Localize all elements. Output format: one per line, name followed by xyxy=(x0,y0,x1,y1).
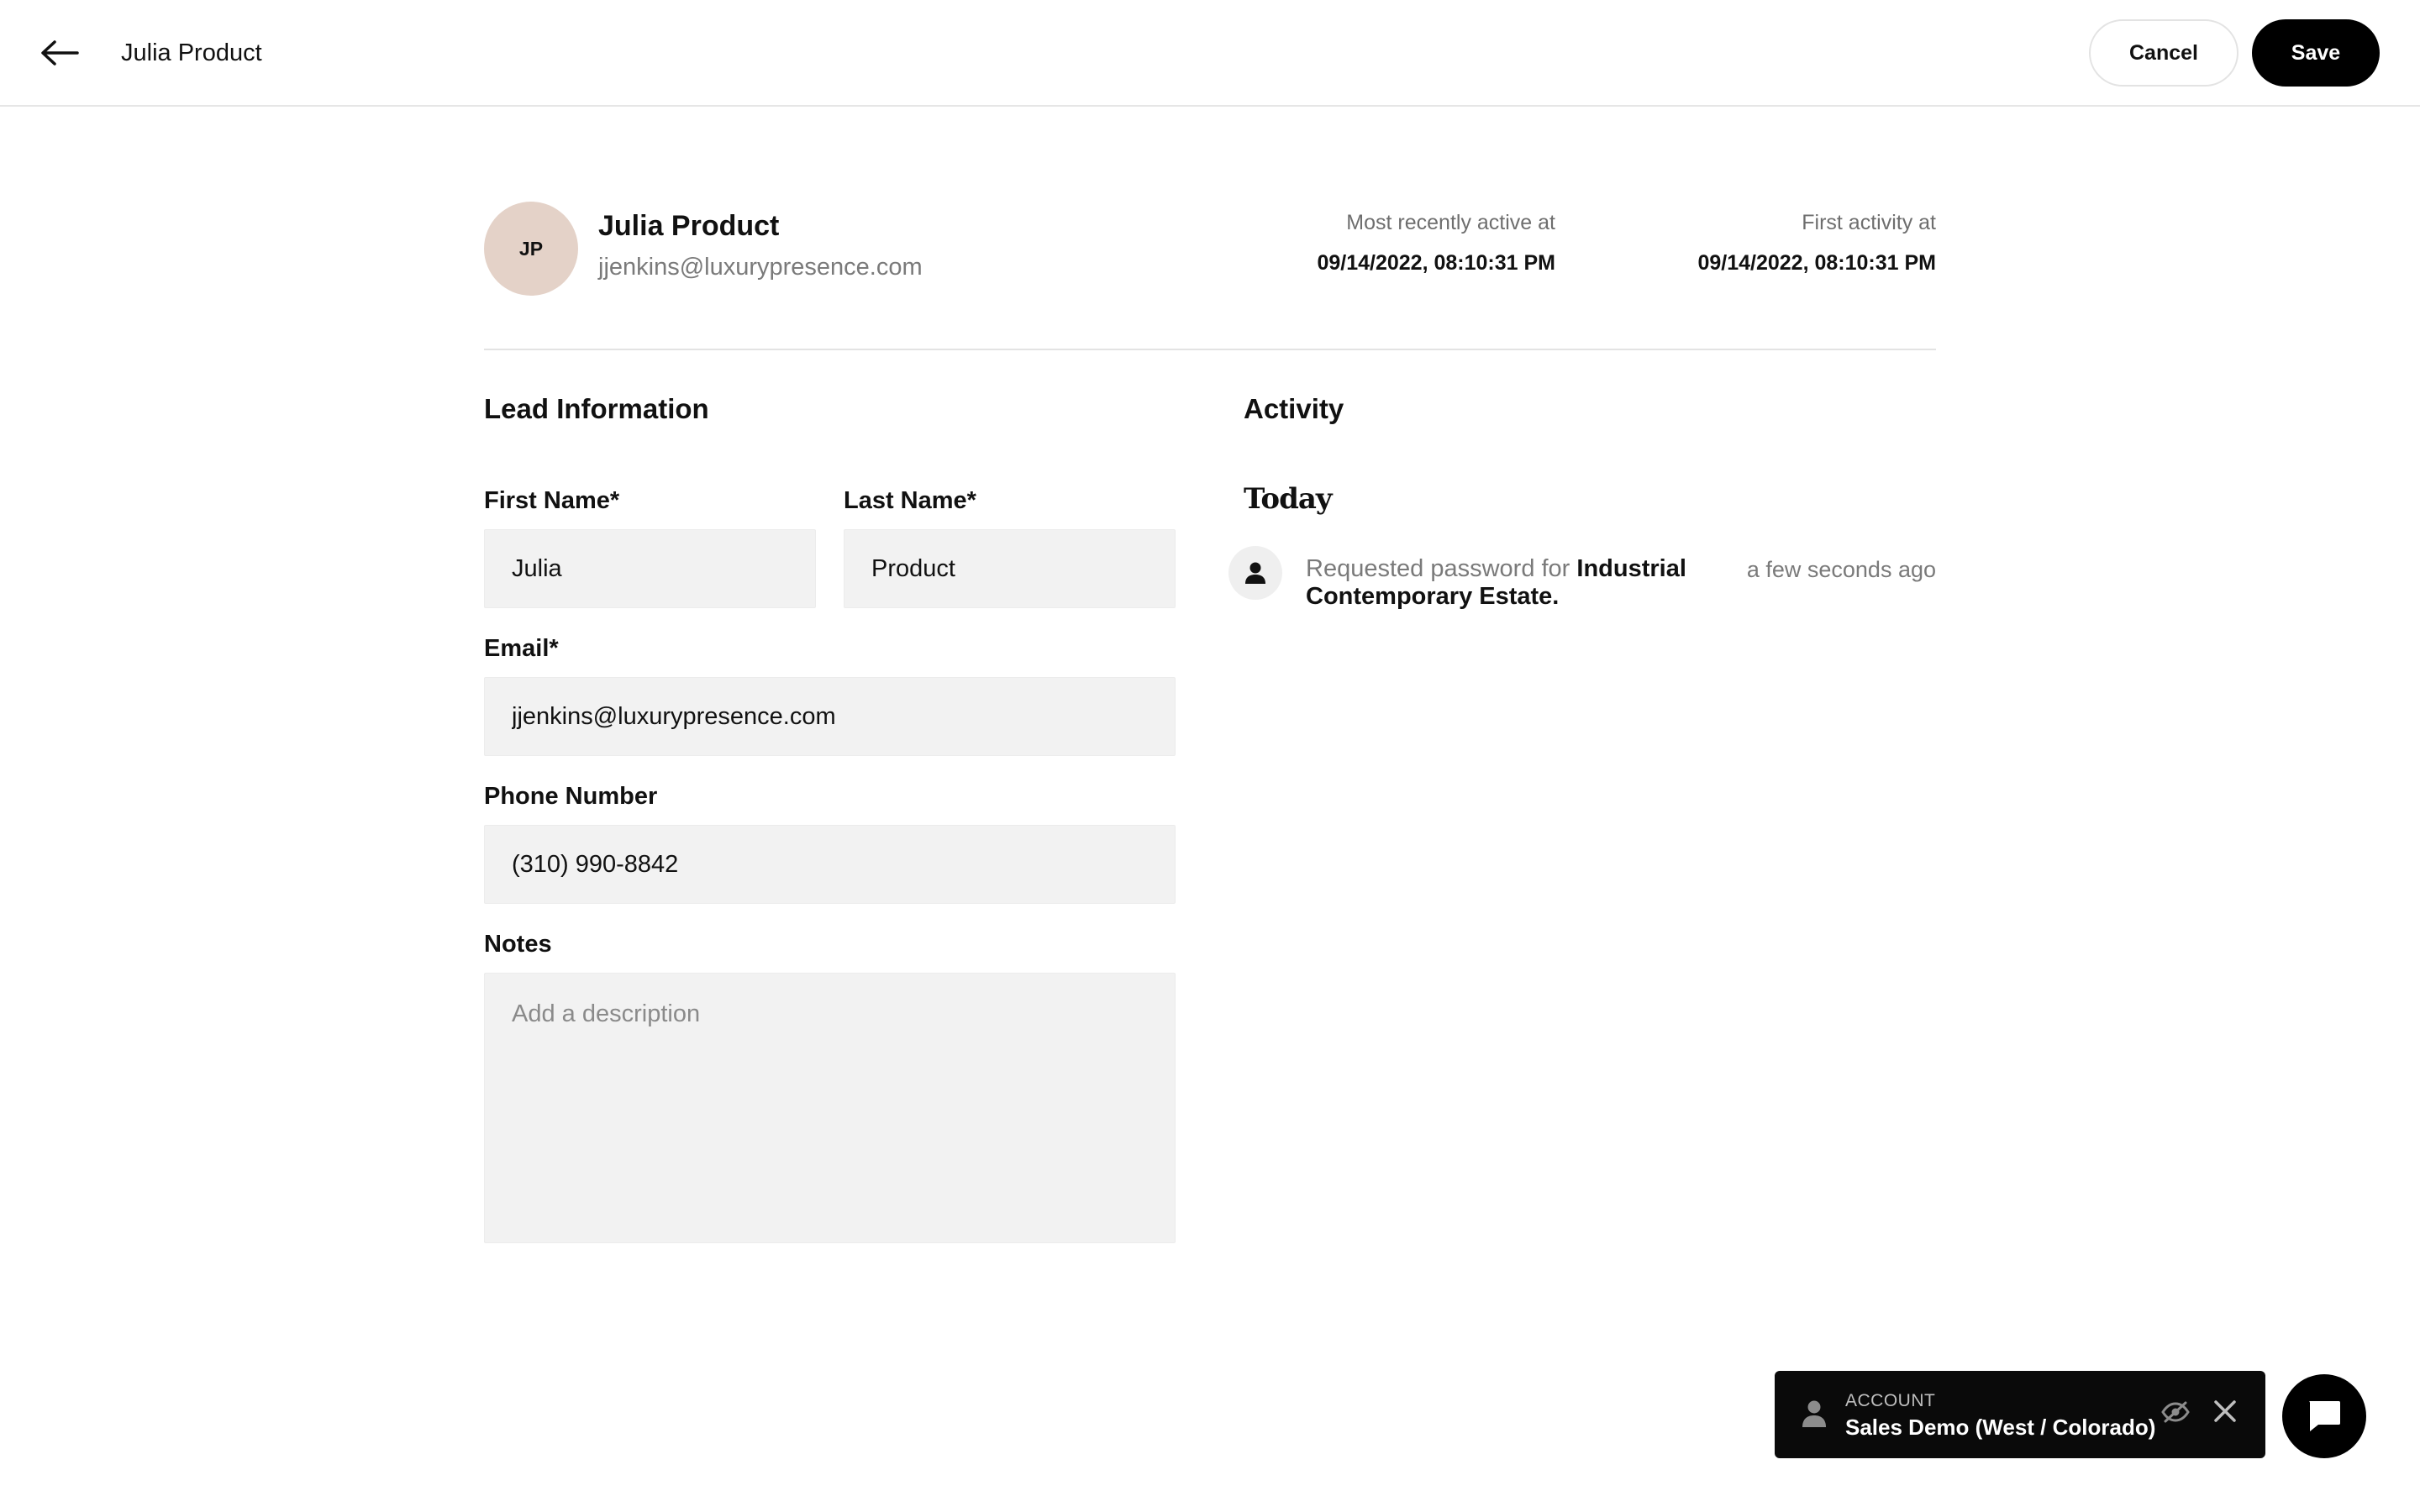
activity-item-text: Requested password for Industrial Contem… xyxy=(1306,555,1701,611)
divider xyxy=(484,349,1936,350)
save-button[interactable]: Save xyxy=(2252,19,2380,87)
account-label: ACCOUNT xyxy=(1845,1391,1936,1410)
day-heading: Today xyxy=(1244,482,1333,516)
first-name-input[interactable] xyxy=(484,529,816,608)
notes-textarea[interactable] xyxy=(484,973,1176,1243)
page-title: Julia Product xyxy=(121,39,262,66)
chat-button[interactable] xyxy=(2282,1374,2366,1458)
close-icon[interactable] xyxy=(2213,1399,2237,1423)
email-field[interactable] xyxy=(484,677,1176,756)
arrow-left-icon xyxy=(41,40,79,66)
phone-label: Phone Number xyxy=(484,783,658,810)
notes-label: Notes xyxy=(484,931,552,958)
first-activity: First activity at 09/14/2022, 08:10:31 P… xyxy=(1697,209,1936,276)
eye-off-icon[interactable] xyxy=(2161,1401,2190,1423)
email-label: Email* xyxy=(484,635,559,662)
back-button[interactable] xyxy=(34,32,86,74)
most-recent-value: 09/14/2022, 08:10:31 PM xyxy=(1317,251,1555,275)
phone-field[interactable] xyxy=(484,825,1176,904)
last-name-input[interactable] xyxy=(844,529,1176,608)
last-name-label: Last Name* xyxy=(844,487,976,514)
person-icon xyxy=(1245,562,1265,584)
person-icon xyxy=(1802,1400,1826,1427)
activity-title: Activity xyxy=(1244,393,1344,424)
activity-avatar xyxy=(1228,546,1282,600)
account-indicator: ACCOUNT Sales Demo (West / Colorado) xyxy=(1775,1371,2265,1458)
avatar: JP xyxy=(484,202,578,296)
first-name-label: First Name* xyxy=(484,487,620,514)
profile-email: jjenkins@luxurypresence.com xyxy=(598,254,923,281)
profile-name: Julia Product xyxy=(598,210,780,242)
account-name: Sales Demo (West / Colorado) xyxy=(1845,1415,2156,1440)
most-recent-activity: Most recently active at 09/14/2022, 08:1… xyxy=(1317,209,1555,276)
chat-bubble-icon xyxy=(2309,1401,2340,1431)
most-recent-label: Most recently active at xyxy=(1346,211,1555,234)
activity-text-prefix: Requested password for xyxy=(1306,555,1577,582)
first-activity-value: 09/14/2022, 08:10:31 PM xyxy=(1697,251,1936,275)
activity-timestamp: a few seconds ago xyxy=(1746,557,1936,582)
lead-information-title: Lead Information xyxy=(484,393,709,424)
cancel-button[interactable]: Cancel xyxy=(2089,19,2238,87)
top-bar: Julia Product Cancel Save xyxy=(0,0,2420,107)
first-activity-label: First activity at xyxy=(1802,211,1936,234)
